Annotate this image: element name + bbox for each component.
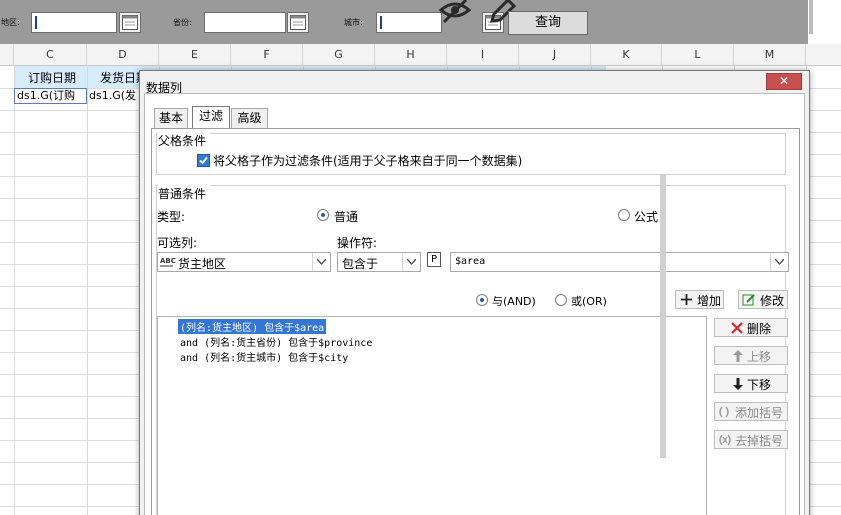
add-bracket-button-label: 添加括号 (735, 406, 784, 420)
column-header[interactable]: G (303, 44, 375, 66)
type-normal-label[interactable]: 普通 (334, 208, 358, 225)
svg-text:ABC: ABC (160, 257, 176, 265)
close-button[interactable]: ✕ (766, 73, 802, 90)
column-header[interactable]: I (447, 44, 519, 66)
parameter-panel: 地区: 省份: 城市: 查询 (0, 0, 808, 44)
operator-select-value: 包含于 (342, 257, 379, 271)
move-down-button[interactable]: 下移 (714, 374, 788, 393)
column-header[interactable]: J (519, 44, 591, 66)
corner-cell (0, 44, 14, 66)
column-select-value: 货主地区 (178, 257, 227, 271)
column-header[interactable]: E (159, 44, 231, 66)
logic-and-label[interactable]: 与(AND) (492, 293, 536, 309)
city-label: 城市: (344, 18, 363, 27)
report-designer-window: 地区: 省份: 城市: 查询 C D E F G H I J K L M 订购日… (0, 0, 841, 515)
data-cell[interactable]: ds1.G(订购 (17, 87, 85, 103)
delete-button[interactable]: 删除 (714, 318, 788, 337)
parent-filter-checkbox-label[interactable]: 将父格子作为过滤条件(适用于父子格来自于同一个数据集) (213, 152, 522, 169)
region-input[interactable] (31, 12, 117, 33)
param-scrollbar[interactable] (809, 0, 813, 34)
parent-condition-title: 父格条件 (158, 132, 211, 149)
tab-basic[interactable]: 基本 (154, 108, 188, 128)
column-header[interactable]: K (591, 44, 662, 66)
tab-filter[interactable]: 过滤 (192, 106, 230, 129)
tab-advanced[interactable]: 高级 (231, 108, 268, 128)
column-header[interactable]: M (734, 44, 806, 66)
operator-select[interactable]: 包含于 (337, 252, 421, 272)
city-input[interactable] (376, 12, 442, 33)
type-formula-radio[interactable] (618, 209, 630, 221)
add-button-label: 增加 (697, 294, 722, 308)
column-header[interactable]: C (14, 44, 87, 66)
dialog-scrollbar[interactable] (660, 174, 666, 458)
chevron-down-icon[interactable] (312, 253, 330, 271)
data-column-dialog: 数据列 ✕ 基本 过滤 高级 父格条件 将父格子作为过滤条件(适用于父子格来自于… (139, 70, 810, 515)
calendar-icon[interactable] (287, 12, 309, 33)
column-label: 可选列: (157, 236, 198, 250)
logic-or-label[interactable]: 或(OR) (571, 293, 607, 309)
region-label: 地区: (1, 18, 20, 27)
logic-or-radio[interactable] (555, 294, 567, 306)
chevron-down-icon[interactable] (770, 253, 788, 271)
column-header[interactable]: H (375, 44, 447, 66)
type-formula-label[interactable]: 公式 (634, 208, 658, 225)
condition-item[interactable]: and (列名:货主省份) 包含于$province (180, 334, 372, 349)
add-bracket-button[interactable]: 添加括号 (714, 402, 788, 421)
move-up-button-label: 上移 (747, 350, 772, 364)
remove-bracket-button[interactable]: 去掉括号 (714, 430, 788, 449)
normal-condition-title: 普通条件 (158, 185, 211, 202)
modify-button-label: 修改 (760, 294, 785, 308)
add-button[interactable]: 增加 (675, 290, 724, 309)
column-header[interactable]: D (87, 44, 159, 66)
column-select[interactable]: ABC 货主地区 (157, 252, 331, 272)
header-cell[interactable]: 订购日期 (28, 69, 76, 86)
calendar-icon[interactable] (119, 12, 141, 33)
province-input[interactable] (204, 12, 286, 33)
logic-and-radio[interactable] (476, 294, 488, 306)
chevron-down-icon[interactable] (402, 253, 420, 271)
value-field-text: $area (455, 256, 486, 267)
parameter-icon[interactable]: P (427, 252, 441, 267)
column-header-bar: C D E F G H I J K L M (0, 44, 841, 66)
hide-icon[interactable] (438, 0, 472, 27)
province-label: 省份: (173, 18, 192, 27)
query-button[interactable]: 查询 (508, 11, 588, 35)
condition-item[interactable]: (列名:货主地区) 包含于$area (178, 319, 327, 334)
type-label: 类型: (157, 210, 186, 224)
column-header[interactable]: F (231, 44, 303, 66)
column-header[interactable]: L (662, 44, 734, 66)
modify-button[interactable]: 修改 (738, 290, 788, 309)
type-normal-radio[interactable] (317, 209, 329, 221)
condition-item[interactable]: and (列名:货主城市) 包含于$city (180, 349, 348, 364)
parent-filter-checkbox[interactable] (197, 154, 210, 167)
move-down-button-label: 下移 (747, 378, 772, 392)
value-field[interactable]: $area (450, 252, 789, 272)
move-up-button[interactable]: 上移 (714, 346, 788, 365)
remove-bracket-button-label: 去掉括号 (735, 434, 784, 448)
operator-label: 操作符: (337, 236, 378, 250)
delete-button-label: 删除 (747, 322, 772, 336)
